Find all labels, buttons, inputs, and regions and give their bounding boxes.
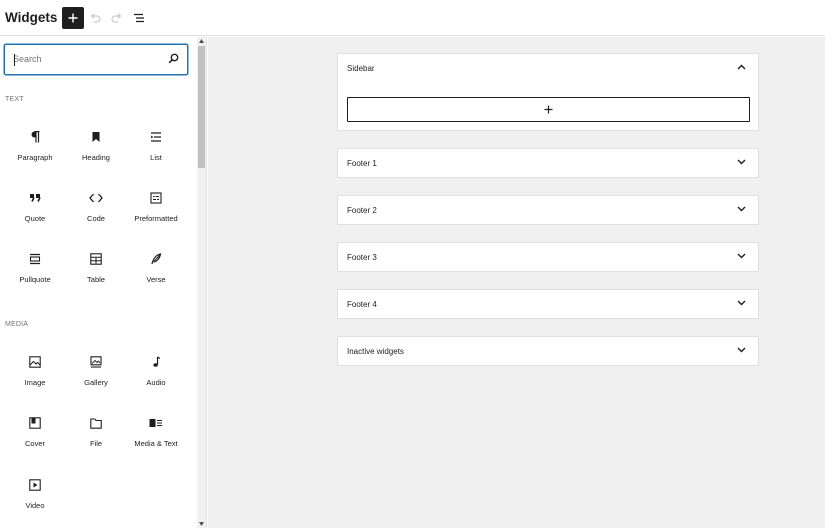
block-verse[interactable]: Verse <box>126 251 186 301</box>
plus-icon <box>544 105 553 114</box>
block-table[interactable]: Table <box>66 251 126 301</box>
block-gallery[interactable]: Gallery <box>66 354 126 404</box>
block-label: Code <box>87 214 105 223</box>
block-media-text[interactable]: Media & Text <box>126 415 186 465</box>
widget-area-header[interactable]: Footer 1 <box>338 149 758 178</box>
widget-area-title: Footer 1 <box>347 159 377 168</box>
pullquote-icon <box>29 253 41 265</box>
block-paragraph[interactable]: Paragraph <box>5 129 65 179</box>
widget-area-header[interactable]: Sidebar <box>338 54 758 83</box>
heading-bookmark-icon <box>92 132 100 142</box>
undo-button[interactable] <box>84 7 106 29</box>
redo-icon <box>111 12 122 23</box>
add-block-button[interactable] <box>62 6 84 29</box>
block-preformatted[interactable]: Preformatted <box>126 190 186 240</box>
widget-area-header[interactable]: Footer 4 <box>338 290 758 319</box>
block-list[interactable]: List <box>126 129 186 179</box>
triangle-up-icon <box>199 39 204 43</box>
widget-area-footer-4[interactable]: Footer 4 <box>337 289 759 319</box>
list-view-button[interactable] <box>128 7 150 29</box>
widget-area-header[interactable]: Footer 3 <box>338 243 758 272</box>
redo-button[interactable] <box>106 7 128 29</box>
widget-area-inactive[interactable]: Inactive widgets <box>337 336 759 366</box>
block-label: Verse <box>146 275 166 284</box>
audio-note-icon <box>153 356 161 367</box>
block-label: Video <box>25 501 45 510</box>
chevron-down-icon <box>737 300 746 306</box>
block-label: List <box>150 153 162 162</box>
list-view-icon <box>134 13 144 22</box>
block-heading[interactable]: Heading <box>66 129 126 179</box>
widget-area-title: Footer 4 <box>347 300 377 309</box>
editor-header: Widgets <box>0 0 825 36</box>
block-label: Media & Text <box>134 439 178 448</box>
video-icon <box>29 479 41 491</box>
widget-area-title: Footer 2 <box>347 206 377 215</box>
block-label: Quote <box>24 214 46 223</box>
block-label: Heading <box>82 153 110 162</box>
page-title: Widgets <box>5 10 58 25</box>
block-label: Pullquote <box>19 275 51 284</box>
list-icon <box>150 132 161 142</box>
chevron-down-icon <box>737 159 746 165</box>
block-file[interactable]: File <box>66 415 126 465</box>
block-audio[interactable]: Audio <box>126 354 186 404</box>
chevron-down-icon <box>737 206 746 212</box>
widget-area-title: Sidebar <box>347 64 375 73</box>
widget-area-footer-2[interactable]: Footer 2 <box>337 195 759 225</box>
block-inserter-panel: TEXT Paragraph Heading List Quote Code P… <box>0 37 207 528</box>
block-code[interactable]: Code <box>66 190 126 240</box>
block-quote[interactable]: Quote <box>5 190 65 240</box>
widget-area-sidebar: Sidebar <box>337 53 759 131</box>
chevron-up-icon <box>737 64 746 70</box>
block-video[interactable]: Video <box>5 477 65 527</box>
widget-area-footer-1[interactable]: Footer 1 <box>337 148 759 178</box>
widget-area-header[interactable]: Inactive widgets <box>338 337 758 366</box>
section-label-text: TEXT <box>5 96 24 103</box>
scrollbar-thumb[interactable] <box>198 46 205 168</box>
scroll-up-arrow[interactable] <box>197 37 206 45</box>
chevron-down-icon <box>737 253 746 259</box>
widget-area-footer-3[interactable]: Footer 3 <box>337 242 759 272</box>
widget-area-title: Inactive widgets <box>347 347 404 356</box>
quote-icon <box>30 194 41 202</box>
media-text-icon <box>149 419 162 427</box>
search-icon <box>168 53 179 64</box>
chevron-down-icon <box>737 347 746 353</box>
widget-area-header[interactable]: Footer 2 <box>338 196 758 225</box>
paragraph-icon <box>31 131 40 143</box>
preformatted-icon <box>150 192 162 204</box>
block-label: Table <box>87 275 105 284</box>
block-label: Image <box>24 378 46 387</box>
search-box[interactable] <box>4 44 188 75</box>
block-label: File <box>89 439 103 448</box>
cover-icon <box>29 417 41 429</box>
block-label: Paragraph <box>17 153 53 162</box>
scroll-down-arrow[interactable] <box>197 520 206 528</box>
table-icon <box>90 253 102 265</box>
folder-icon <box>90 417 102 429</box>
add-block-appender-button[interactable] <box>347 97 750 122</box>
text-caret <box>14 54 15 66</box>
scrollbar[interactable] <box>197 37 206 528</box>
widgets-canvas: Sidebar Footer 1 Footer 2 Footer 3 Foote… <box>208 37 825 528</box>
code-icon <box>89 193 103 203</box>
block-label: Cover <box>24 439 45 448</box>
plus-icon <box>68 13 78 22</box>
undo-icon <box>90 12 101 23</box>
triangle-down-icon <box>199 522 204 526</box>
widget-area-title: Footer 3 <box>347 253 377 262</box>
verse-quill-icon <box>151 253 162 265</box>
block-label: Gallery <box>84 378 108 387</box>
image-icon <box>29 356 41 368</box>
block-cover[interactable]: Cover <box>5 415 65 465</box>
section-label-media: MEDIA <box>5 321 29 328</box>
block-label: Audio <box>146 378 166 387</box>
block-pullquote[interactable]: Pullquote <box>5 251 65 301</box>
search-input[interactable] <box>13 51 153 67</box>
block-label: Preformatted <box>134 214 178 223</box>
gallery-icon <box>90 356 102 368</box>
block-image[interactable]: Image <box>5 354 65 404</box>
